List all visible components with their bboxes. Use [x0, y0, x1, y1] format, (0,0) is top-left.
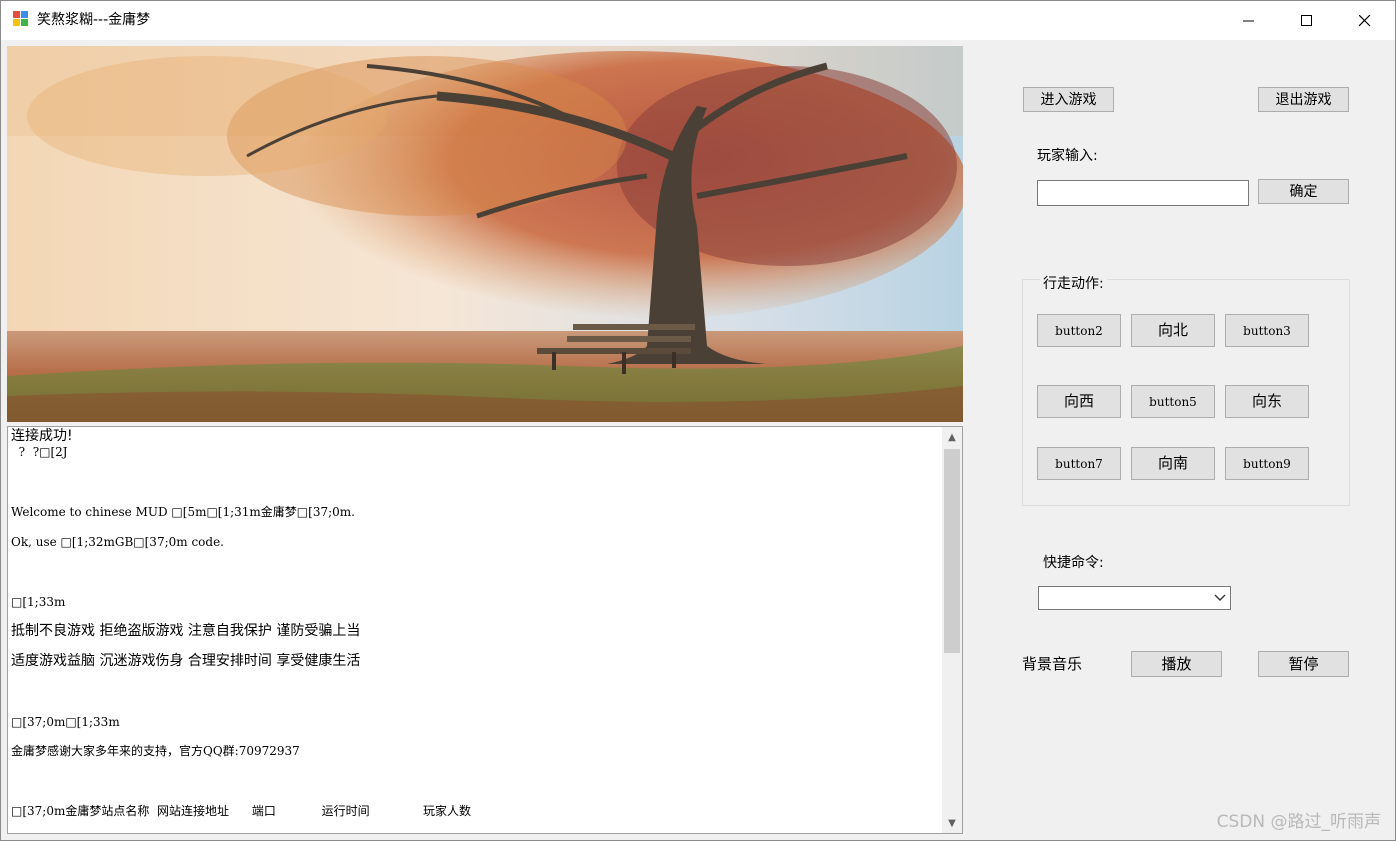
walk-button-south[interactable]: 向南 [1131, 447, 1215, 480]
scroll-down-arrow-icon[interactable]: ▼ [942, 813, 962, 833]
walk-button-southwest[interactable]: button7 [1037, 447, 1121, 480]
scroll-thumb[interactable] [944, 449, 960, 653]
csdn-watermark: CSDN @路过_听雨声 [1216, 812, 1381, 832]
window-title: 笑熬浆糊---金庸梦 [37, 12, 151, 28]
maximize-button[interactable] [1278, 1, 1336, 40]
scroll-up-arrow-icon[interactable]: ▲ [942, 427, 962, 447]
close-button[interactable] [1336, 1, 1394, 40]
shortcut-command-label: 快捷命令: [1043, 555, 1104, 571]
chevron-down-icon [1214, 594, 1226, 601]
walk-button-north[interactable]: 向北 [1131, 314, 1215, 347]
shortcut-command-select[interactable] [1038, 586, 1231, 610]
minimize-icon [1243, 20, 1254, 21]
minimize-button[interactable] [1220, 1, 1278, 40]
confirm-button[interactable]: 确定 [1258, 179, 1349, 204]
background-music-label: 背景音乐 [1022, 655, 1083, 673]
console-line: 抵制不良游戏 拒绝盗版游戏 注意自我保护 谨防受骗上当 [11, 623, 361, 639]
console-line: 金庸梦感谢大家多年来的支持，官方QQ群:70972937 [11, 744, 300, 758]
walk-button-southeast[interactable]: button9 [1225, 447, 1309, 480]
maximize-icon [1301, 14, 1312, 26]
console-line: □[37;0m金庸梦站点名称 网站连接地址 端口 运行时间 玩家人数 [11, 804, 472, 818]
player-input-field[interactable] [1037, 180, 1249, 206]
console-output[interactable]: 连接成功! ? ?□[2J Welcome to chinese MUD □[5… [7, 426, 963, 834]
console-line: Welcome to chinese MUD □[5m□[1;31m金庸梦□[3… [11, 505, 355, 519]
scenery-picture [7, 46, 963, 422]
player-input-label: 玩家输入: [1037, 148, 1098, 164]
console-line: 适度游戏益脑 沉迷游戏伤身 合理安排时间 享受健康生活 [11, 653, 361, 669]
walk-button-east[interactable]: 向东 [1225, 385, 1309, 418]
app-icon [13, 11, 30, 28]
exit-game-button[interactable]: 退出游戏 [1258, 87, 1349, 112]
console-line: ? ?□[2J [11, 445, 68, 459]
walk-button-west[interactable]: 向西 [1037, 385, 1121, 418]
pause-music-button[interactable]: 暂停 [1258, 651, 1349, 677]
walk-button-center[interactable]: button5 [1131, 385, 1215, 418]
console-scrollbar[interactable]: ▲ ▼ [942, 427, 962, 833]
console-line: □[37;0m□[1;33m [11, 715, 120, 729]
close-icon [1359, 14, 1371, 26]
enter-game-button[interactable]: 进入游戏 [1023, 87, 1114, 112]
app-window: 笑熬浆糊---金庸梦 连接成功! ? ?□[2J Welcome to chin… [0, 0, 1396, 841]
walk-group-title: 行走动作: [1040, 275, 1107, 293]
console-line: Ok, use □[1;32mGB□[37;0m code. [11, 535, 224, 549]
walk-button-northwest[interactable]: button2 [1037, 314, 1121, 347]
console-line: □[1;33m [11, 595, 66, 609]
title-bar: 笑熬浆糊---金庸梦 [1, 1, 1395, 40]
play-music-button[interactable]: 播放 [1131, 651, 1222, 677]
walk-button-northeast[interactable]: button3 [1225, 314, 1309, 347]
